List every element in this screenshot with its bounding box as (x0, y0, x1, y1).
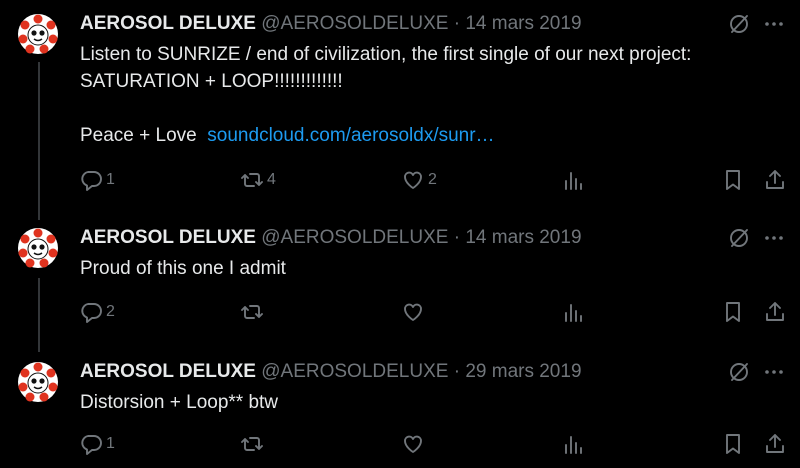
reply-icon (81, 435, 102, 455)
tweet-text: Listen to SUNRIZE / end of civilization,… (80, 41, 770, 149)
reply-button[interactable]: 2 (79, 300, 115, 324)
reply-icon (81, 171, 102, 191)
share-icon (766, 170, 784, 189)
bookmark-button[interactable] (721, 168, 745, 192)
tweet-header: AEROSOL DELUXE @AEROSOLDELUXE · 29 mars … (80, 360, 582, 384)
share-button[interactable] (763, 432, 787, 456)
like-icon (404, 435, 422, 453)
more-icon[interactable] (762, 12, 786, 36)
author-name[interactable]: AEROSOL DELUXE (80, 227, 256, 248)
tweet-text: Distorsion + Loop** btw (80, 389, 770, 416)
author-name[interactable]: AEROSOL DELUXE (80, 361, 256, 382)
bookmark-button[interactable] (721, 432, 745, 456)
grok-icon[interactable] (727, 226, 751, 250)
author-name[interactable]: AEROSOL DELUXE (80, 13, 256, 34)
like-count: 2 (428, 171, 437, 188)
avatar[interactable] (18, 14, 58, 54)
tweet[interactable]: AEROSOL DELUXE @AEROSOLDELUXE · 14 mars … (0, 210, 800, 350)
tweet-text: Proud of this one I admit (80, 255, 770, 282)
author-handle[interactable]: @AEROSOLDELUXE (261, 13, 448, 34)
views-button[interactable] (561, 168, 585, 192)
retweet-button[interactable] (240, 300, 267, 324)
grok-icon[interactable] (727, 360, 751, 384)
reply-button[interactable]: 1 (79, 432, 115, 456)
tweet-link[interactable]: soundcloud.com/aerosoldx/sunr… (207, 125, 494, 146)
share-icon (766, 302, 784, 321)
separator: · (453, 361, 461, 382)
like-icon (404, 171, 422, 189)
retweet-icon (241, 173, 263, 187)
bookmark-button[interactable] (721, 300, 745, 324)
avatar[interactable] (18, 362, 58, 402)
reply-button[interactable]: 1 (79, 168, 115, 192)
like-icon (404, 303, 422, 321)
views-icon (565, 436, 582, 454)
tweet[interactable]: AEROSOL DELUXE @AEROSOLDELUXE · 14 mars … (0, 0, 800, 210)
author-handle[interactable]: @AEROSOLDELUXE (261, 361, 448, 382)
bookmark-icon (726, 434, 740, 454)
reply-count: 1 (106, 435, 115, 452)
tweet-date[interactable]: 14 mars 2019 (465, 13, 581, 34)
tweet-header: AEROSOL DELUXE @AEROSOLDELUXE · 14 mars … (80, 226, 582, 250)
separator: · (453, 227, 461, 248)
reply-count: 2 (106, 303, 115, 320)
reply-count: 1 (106, 171, 115, 188)
tweet-text-content: Proud of this one I admit (80, 258, 286, 279)
avatar[interactable] (18, 228, 58, 268)
share-icon (766, 434, 784, 453)
more-icon[interactable] (762, 360, 786, 384)
views-button[interactable] (561, 300, 585, 324)
retweet-count: 4 (267, 171, 276, 188)
share-button[interactable] (763, 168, 787, 192)
tweet-date[interactable]: 14 mars 2019 (465, 227, 581, 248)
views-icon (565, 172, 582, 190)
grok-icon[interactable] (727, 12, 751, 36)
like-button[interactable] (401, 432, 428, 456)
tweet-header: AEROSOL DELUXE @AEROSOLDELUXE · 14 mars … (80, 12, 582, 36)
views-icon (565, 304, 582, 322)
bookmark-icon (726, 302, 740, 322)
bookmark-icon (726, 170, 740, 190)
retweet-icon (241, 437, 263, 451)
like-button[interactable]: 2 (401, 168, 437, 192)
like-button[interactable] (401, 300, 428, 324)
share-button[interactable] (763, 300, 787, 324)
tweet-date[interactable]: 29 mars 2019 (465, 361, 581, 382)
author-handle[interactable]: @AEROSOLDELUXE (261, 227, 448, 248)
views-button[interactable] (561, 432, 585, 456)
tweet[interactable]: AEROSOL DELUXE @AEROSOLDELUXE · 29 mars … (0, 350, 800, 468)
reply-icon (81, 303, 102, 323)
tweet-text-content: Distorsion + Loop** btw (80, 392, 279, 413)
retweet-button[interactable] (240, 432, 267, 456)
retweet-icon (241, 305, 263, 319)
more-icon[interactable] (762, 226, 786, 250)
separator: · (453, 13, 461, 34)
retweet-button[interactable]: 4 (240, 168, 276, 192)
